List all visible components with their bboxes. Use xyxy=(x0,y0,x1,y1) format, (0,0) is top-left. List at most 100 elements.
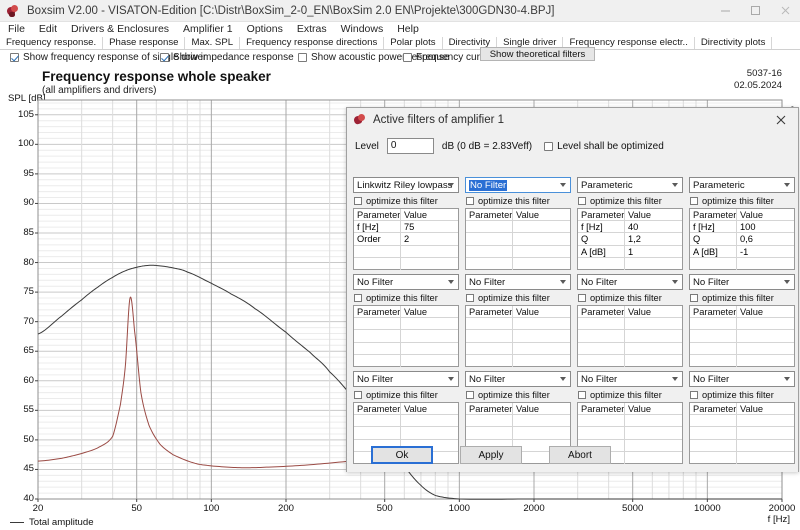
table-row[interactable] xyxy=(466,233,570,245)
filter-type-select[interactable]: No Filter xyxy=(465,177,571,193)
parameter-value[interactable] xyxy=(513,233,570,244)
table-row[interactable]: Q0,6 xyxy=(690,233,794,245)
parameter-value[interactable] xyxy=(401,343,458,354)
filter-type-select[interactable]: No Filter xyxy=(353,274,459,290)
table-row[interactable] xyxy=(354,318,458,330)
table-row[interactable] xyxy=(466,318,570,330)
menu-item-amplifier1[interactable]: Amplifier 1 xyxy=(176,22,240,37)
parameter-value[interactable] xyxy=(401,318,458,329)
minimize-icon[interactable] xyxy=(710,0,740,22)
show-theoretical-filters-button[interactable]: Show theoretical filters xyxy=(480,47,595,61)
parameter-value[interactable] xyxy=(513,318,570,329)
table-row[interactable] xyxy=(578,355,682,367)
parameter-value[interactable] xyxy=(737,415,794,426)
table-row[interactable]: A [dB]-1 xyxy=(690,246,794,258)
table-row[interactable] xyxy=(578,258,682,270)
parameter-value[interactable] xyxy=(625,427,682,438)
parameter-value[interactable] xyxy=(401,355,458,367)
checkbox-optimize-filter[interactable]: optimize this filter xyxy=(578,293,683,303)
parameter-value[interactable] xyxy=(737,258,794,270)
parameter-value[interactable] xyxy=(401,427,458,438)
checkbox-optimize-filter[interactable]: optimize this filter xyxy=(690,196,795,206)
parameter-value[interactable]: 2 xyxy=(401,233,458,244)
parameter-value[interactable] xyxy=(401,415,458,426)
close-icon[interactable] xyxy=(770,0,800,22)
filter-type-select[interactable]: No Filter xyxy=(689,274,795,290)
parameter-value[interactable] xyxy=(401,258,458,270)
table-row[interactable] xyxy=(466,355,570,367)
parameter-value[interactable]: 40 xyxy=(625,221,682,232)
filter-type-select[interactable]: Parameteric xyxy=(689,177,795,193)
parameter-value[interactable] xyxy=(737,355,794,367)
parameter-value[interactable] xyxy=(625,330,682,341)
table-row[interactable]: Q1,2 xyxy=(578,233,682,245)
filter-type-select[interactable]: No Filter xyxy=(465,274,571,290)
filter-type-select[interactable]: Parameteric xyxy=(577,177,683,193)
table-row[interactable] xyxy=(690,415,794,427)
parameter-value[interactable] xyxy=(513,343,570,354)
parameter-value[interactable]: 0,6 xyxy=(737,233,794,244)
checkbox-optimize-filter[interactable]: optimize this filter xyxy=(354,196,459,206)
table-row[interactable] xyxy=(466,246,570,258)
table-row[interactable] xyxy=(690,318,794,330)
table-row[interactable]: f [Hz]40 xyxy=(578,221,682,233)
table-row[interactable] xyxy=(466,258,570,270)
filter-type-select[interactable]: Linkwitz Riley lowpass xyxy=(353,177,459,193)
checkbox-optimize-filter[interactable]: optimize this filter xyxy=(690,390,795,400)
table-row[interactable] xyxy=(354,246,458,258)
table-row[interactable] xyxy=(466,343,570,355)
parameter-value[interactable] xyxy=(625,343,682,354)
checkbox-optimize-filter[interactable]: optimize this filter xyxy=(578,390,683,400)
filter-type-select[interactable]: No Filter xyxy=(577,371,683,387)
parameter-value[interactable] xyxy=(513,258,570,270)
table-row[interactable]: f [Hz]75 xyxy=(354,221,458,233)
dialog-close-icon[interactable] xyxy=(764,108,798,132)
apply-button[interactable]: Apply xyxy=(460,446,522,464)
parameter-value[interactable]: 100 xyxy=(737,221,794,232)
checkbox-optimize-filter[interactable]: optimize this filter xyxy=(690,293,795,303)
level-input[interactable]: 0 xyxy=(387,138,434,154)
parameter-value[interactable] xyxy=(401,246,458,257)
table-row[interactable] xyxy=(354,415,458,427)
checkbox-level-optimized[interactable]: Level shall be optimized xyxy=(544,141,664,152)
checkbox-show-impedance-response[interactable]: Show impedance response xyxy=(160,52,294,63)
parameter-value[interactable] xyxy=(513,415,570,426)
ok-button[interactable]: Ok xyxy=(371,446,433,464)
filter-type-select[interactable]: No Filter xyxy=(465,371,571,387)
table-row[interactable] xyxy=(354,427,458,439)
checkbox-optimize-filter[interactable]: optimize this filter xyxy=(578,196,683,206)
checkbox-optimize-filter[interactable]: optimize this filter xyxy=(354,390,459,400)
parameter-value[interactable] xyxy=(513,221,570,232)
table-row[interactable]: Order2 xyxy=(354,233,458,245)
table-row[interactable]: A [dB]1 xyxy=(578,246,682,258)
table-row[interactable] xyxy=(690,258,794,270)
table-row[interactable] xyxy=(690,355,794,367)
table-row[interactable] xyxy=(354,355,458,367)
table-row[interactable] xyxy=(354,330,458,342)
table-row[interactable] xyxy=(578,318,682,330)
menu-item-help[interactable]: Help xyxy=(390,22,426,37)
table-row[interactable] xyxy=(354,258,458,270)
parameter-value[interactable] xyxy=(625,355,682,367)
parameter-value[interactable] xyxy=(513,355,570,367)
parameter-value[interactable] xyxy=(513,246,570,257)
table-row[interactable] xyxy=(466,427,570,439)
menu-item-file[interactable]: File xyxy=(0,22,32,37)
parameter-value[interactable] xyxy=(625,318,682,329)
table-row[interactable] xyxy=(466,330,570,342)
parameter-value[interactable]: 75 xyxy=(401,221,458,232)
filter-type-select[interactable]: No Filter xyxy=(353,371,459,387)
table-row[interactable] xyxy=(578,427,682,439)
parameter-value[interactable] xyxy=(737,318,794,329)
checkbox-optimize-filter[interactable]: optimize this filter xyxy=(466,390,571,400)
checkbox-optimize-filter[interactable]: optimize this filter xyxy=(466,196,571,206)
parameter-value[interactable] xyxy=(625,415,682,426)
parameter-value[interactable] xyxy=(737,427,794,438)
menu-item-drivers[interactable]: Drivers & Enclosures xyxy=(64,22,176,37)
menu-item-edit[interactable]: Edit xyxy=(32,22,64,37)
parameter-value[interactable] xyxy=(513,330,570,341)
filter-type-select[interactable]: No Filter xyxy=(577,274,683,290)
table-row[interactable] xyxy=(690,427,794,439)
parameter-value[interactable] xyxy=(401,330,458,341)
parameter-value[interactable] xyxy=(737,330,794,341)
